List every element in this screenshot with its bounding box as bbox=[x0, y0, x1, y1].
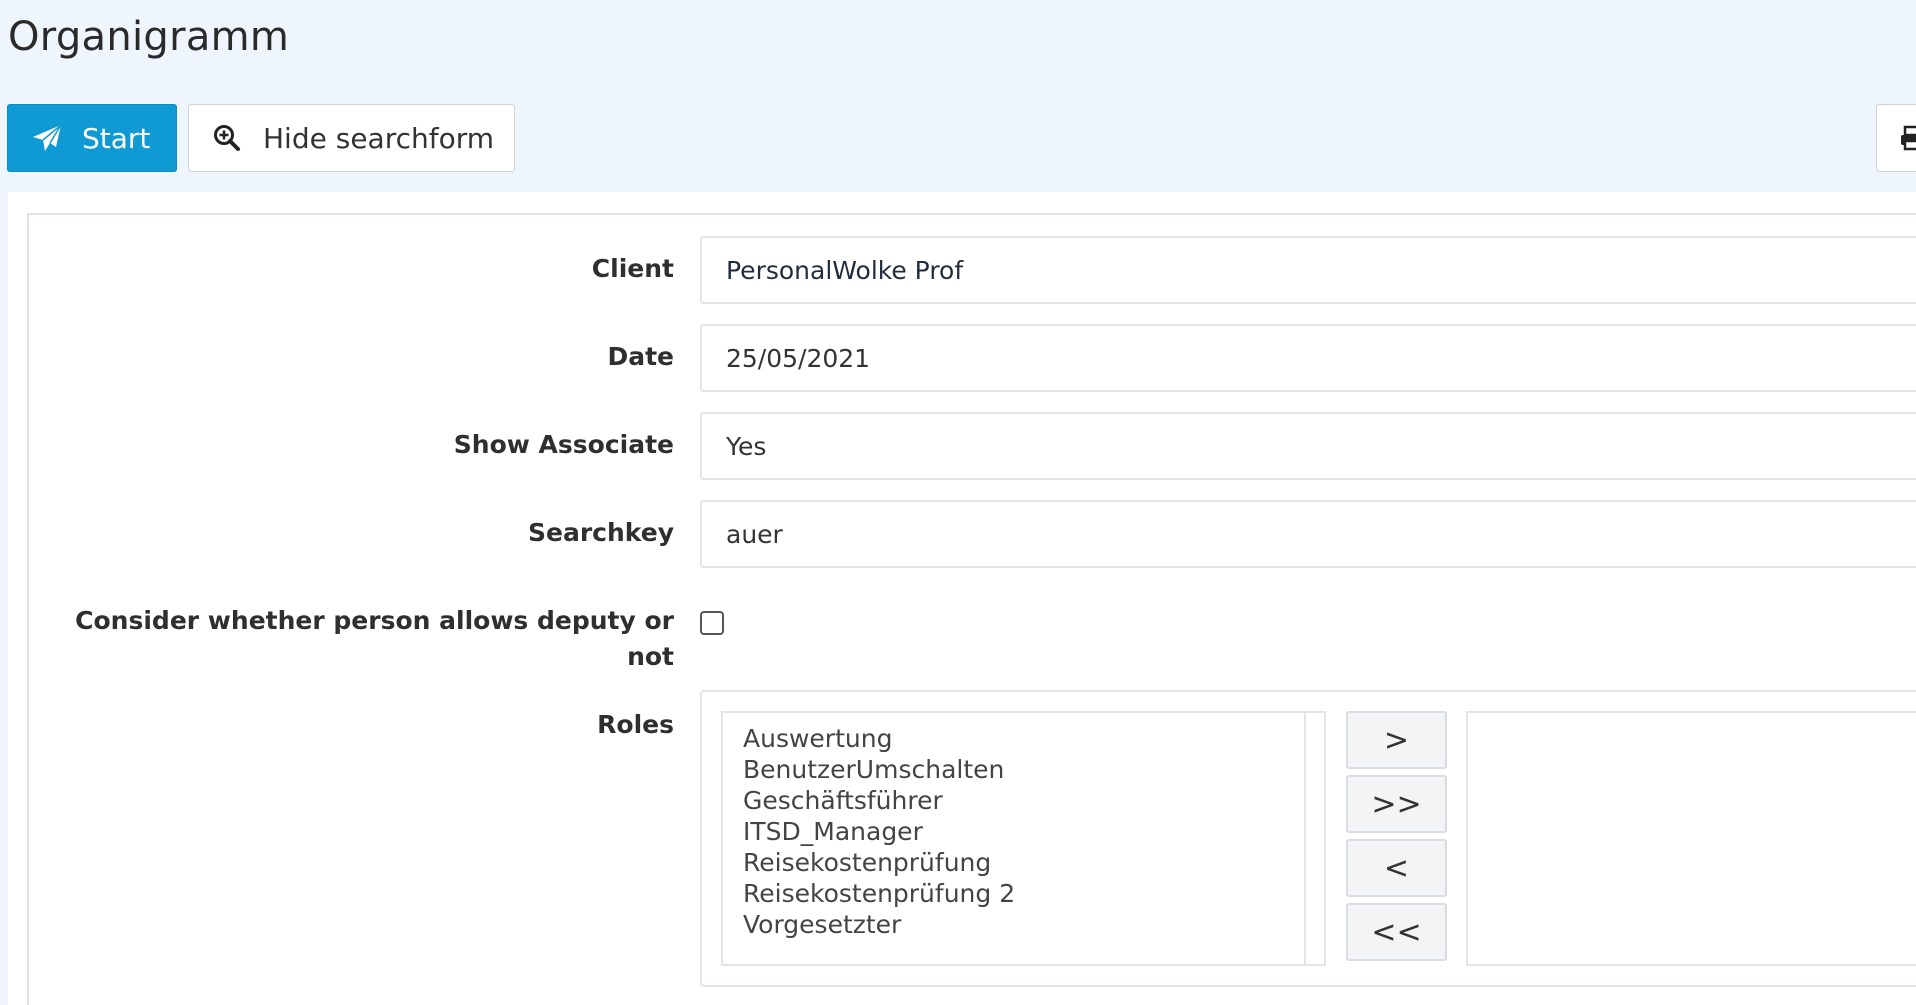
date-input[interactable]: 25/05/2021 bbox=[700, 324, 1916, 392]
client-value: PersonalWolke Prof bbox=[726, 255, 964, 285]
list-item[interactable]: Reisekostenprüfung 2 bbox=[743, 878, 1324, 909]
date-value: 25/05/2021 bbox=[726, 343, 871, 373]
remove-selected-role-button[interactable]: < bbox=[1346, 839, 1447, 897]
deputy-label: Consider whether person allows deputy or… bbox=[75, 603, 674, 675]
deputy-label-line2: not bbox=[627, 642, 674, 671]
add-all-roles-button[interactable]: >> bbox=[1346, 775, 1447, 833]
deputy-label-line1: Consider whether person allows deputy or bbox=[75, 606, 674, 635]
list-item[interactable]: BenutzerUmschalten bbox=[743, 754, 1324, 785]
show-associate-label: Show Associate bbox=[453, 430, 674, 459]
searchkey-input[interactable]: auer bbox=[700, 500, 1916, 568]
list-item[interactable]: Auswertung bbox=[743, 723, 1324, 754]
list-item[interactable]: Reisekostenprüfung bbox=[743, 847, 1324, 878]
list-item[interactable]: ITSD_Manager bbox=[743, 816, 1324, 847]
date-label: Date bbox=[607, 342, 674, 371]
remove-all-roles-button[interactable]: << bbox=[1346, 903, 1447, 961]
searchkey-value: auer bbox=[726, 519, 783, 549]
paper-plane-icon bbox=[32, 124, 62, 152]
printer-icon bbox=[1899, 125, 1916, 151]
start-button-label: Start bbox=[82, 121, 151, 155]
client-label: Client bbox=[591, 254, 674, 283]
client-select[interactable]: PersonalWolke Prof bbox=[700, 236, 1916, 304]
add-selected-role-button[interactable]: > bbox=[1346, 711, 1447, 769]
roles-label: Roles bbox=[597, 710, 674, 739]
list-item[interactable]: Vorgesetzter bbox=[743, 909, 1324, 940]
show-associate-select[interactable]: Yes bbox=[700, 412, 1916, 480]
start-button[interactable]: Start bbox=[7, 104, 177, 172]
list-item[interactable]: Geschäftsführer bbox=[743, 785, 1324, 816]
zoom-in-icon bbox=[213, 124, 241, 152]
roles-list-scrollbar[interactable] bbox=[1304, 713, 1324, 964]
hide-searchform-label: Hide searchform bbox=[263, 121, 495, 155]
deputy-checkbox[interactable] bbox=[700, 611, 724, 635]
show-associate-value: Yes bbox=[726, 431, 767, 461]
roles-available-list[interactable]: Auswertung BenutzerUmschalten Geschäftsf… bbox=[721, 711, 1326, 966]
roles-selected-list[interactable] bbox=[1466, 711, 1916, 966]
page-title: Organigramm bbox=[8, 14, 290, 60]
searchkey-label: Searchkey bbox=[528, 518, 674, 547]
hide-searchform-button[interactable]: Hide searchform bbox=[188, 104, 515, 172]
print-button[interactable] bbox=[1876, 104, 1916, 172]
